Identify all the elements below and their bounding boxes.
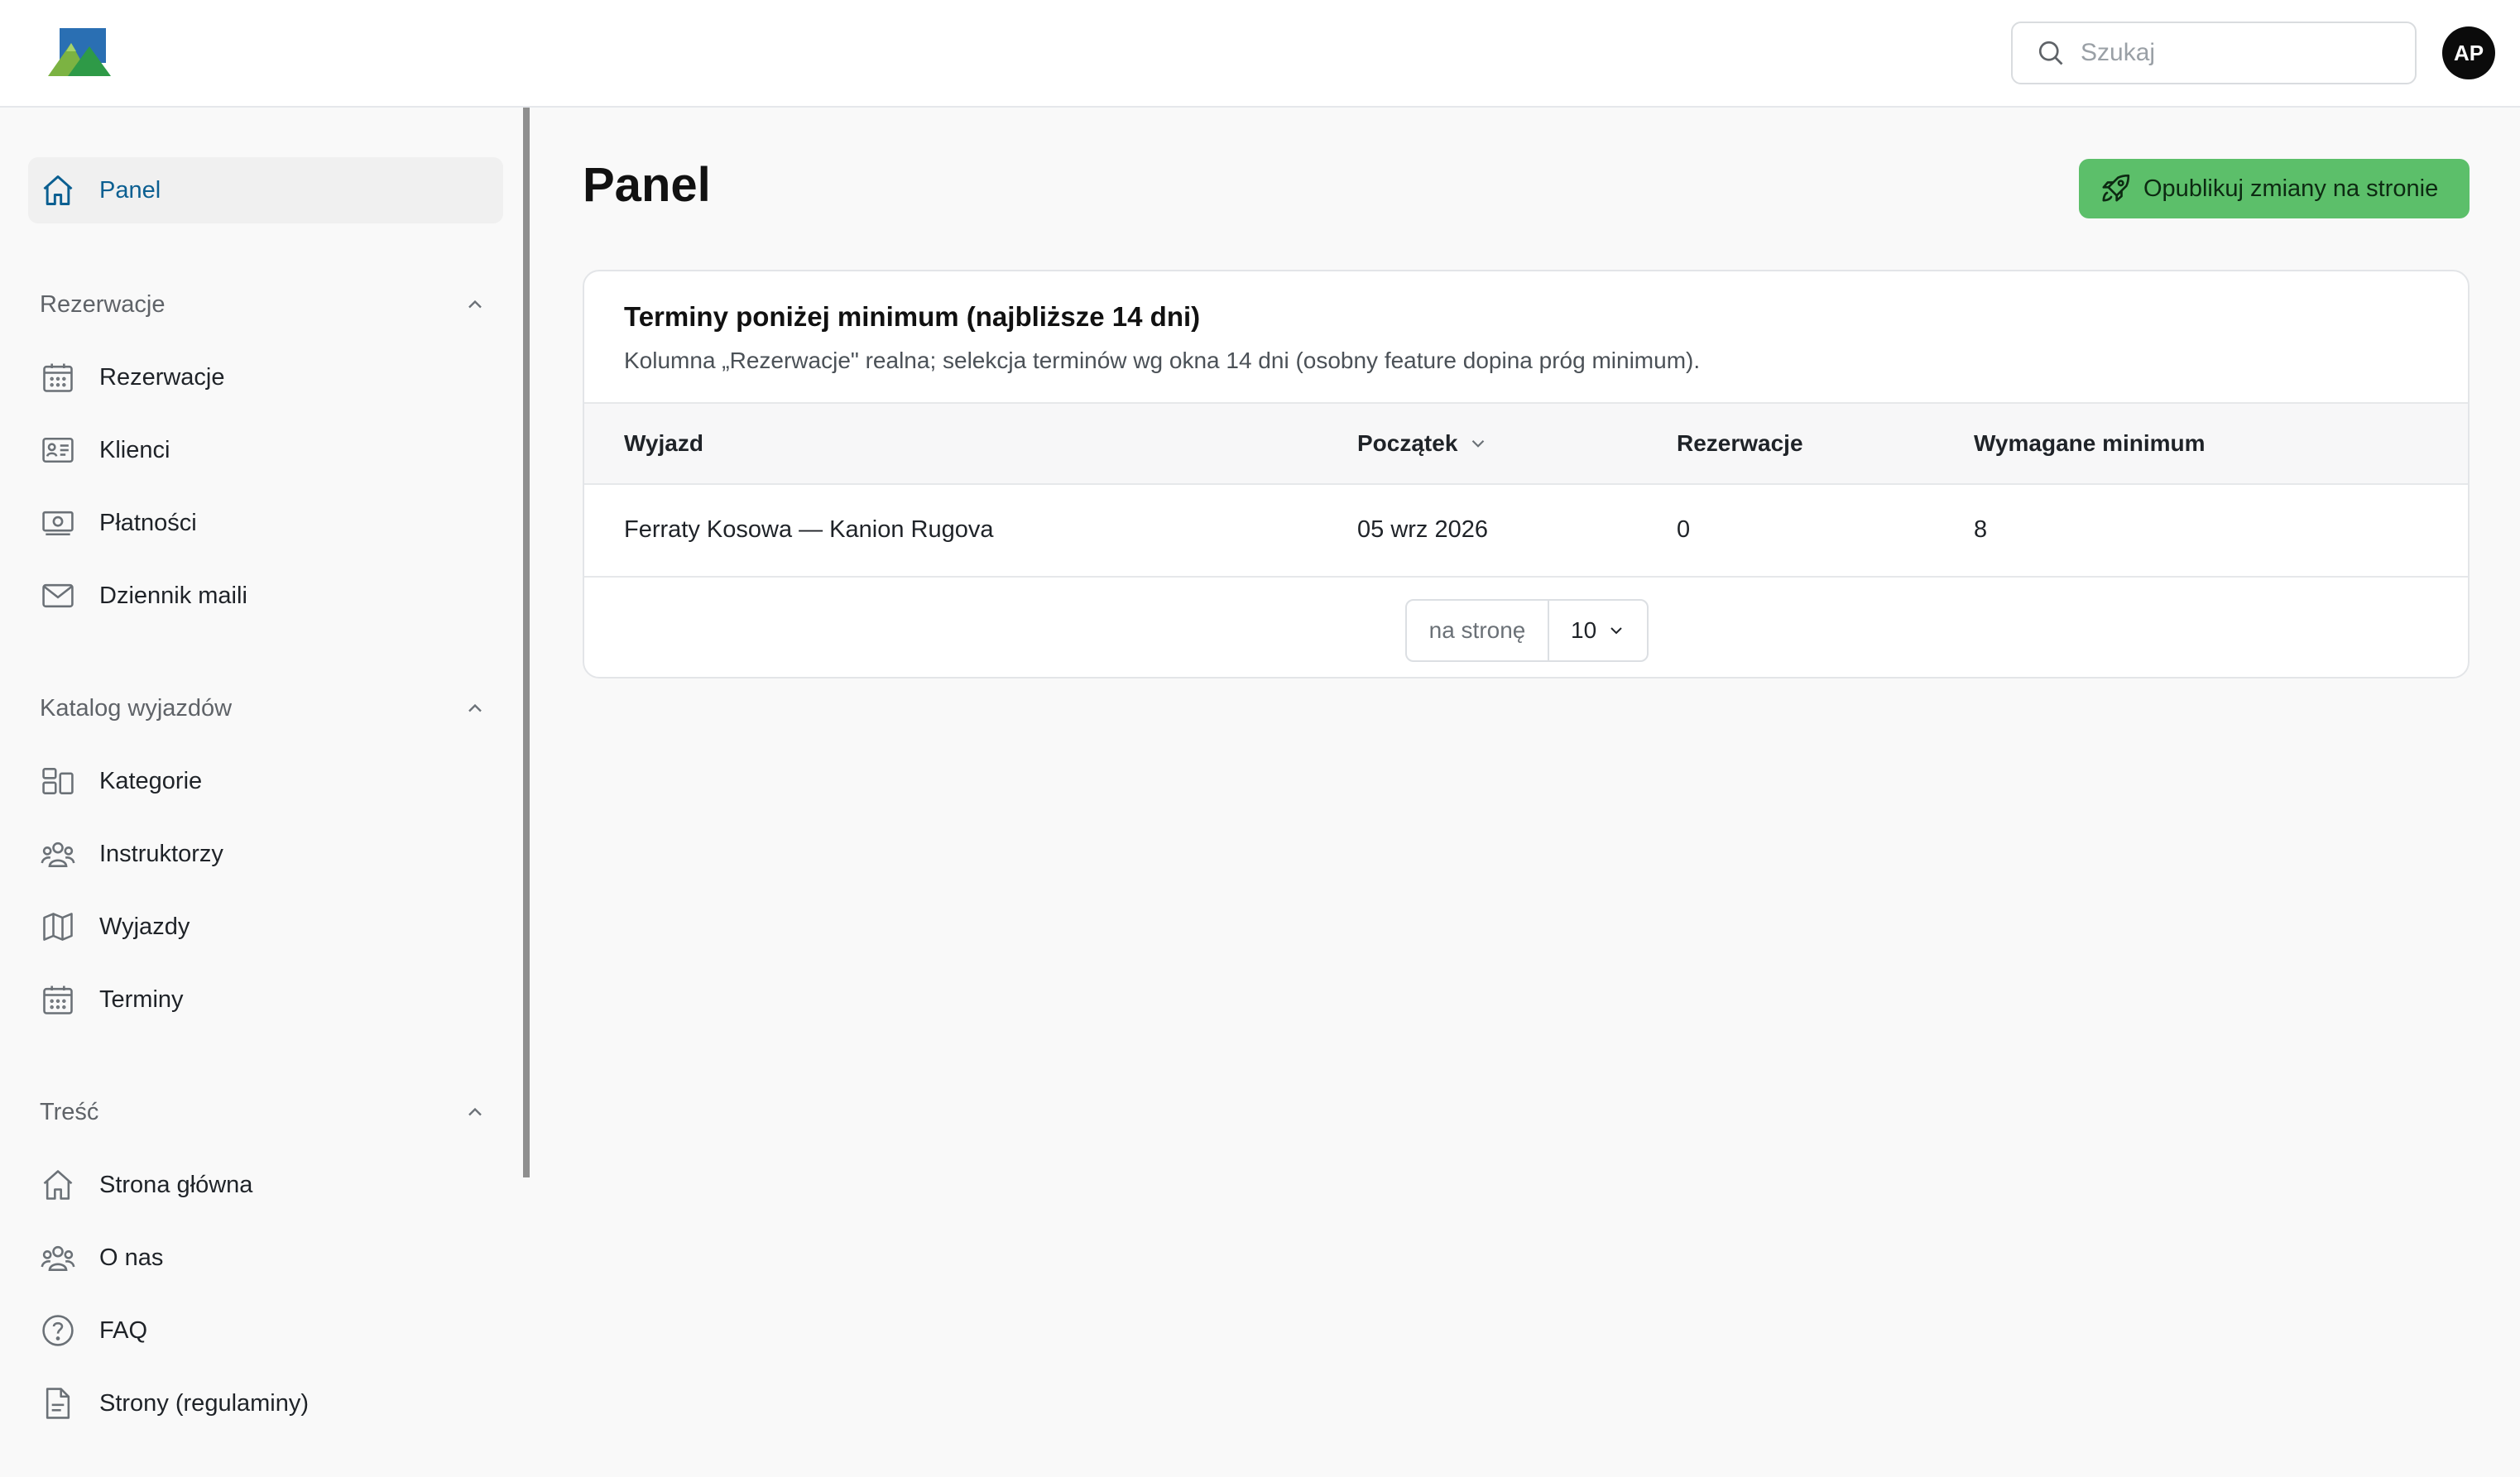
categories-icon [40,763,76,799]
rocket-icon [2102,174,2130,202]
id-card-icon [40,432,76,468]
sidebar-item-label: Klienci [99,436,170,463]
search-box[interactable] [2011,22,2417,84]
sidebar-item-dziennik-maili[interactable]: Dziennik maili [28,563,503,629]
home-icon [40,172,76,209]
sidebar-item-label: Wyjazdy [99,913,190,940]
sidebar-item-label: Terminy [99,985,184,1013]
column-header-poczatek[interactable]: Początek [1357,430,1489,457]
search-input[interactable] [2081,39,2395,67]
group-header-tresc[interactable]: Treść [28,1087,503,1137]
chevron-up-icon [468,1107,482,1116]
sidebar-item-rezerwacje[interactable]: Rezerwacje [28,344,503,410]
per-page-control: na stronę 10 [1405,599,1649,662]
card-description: Kolumna „Rezerwacje" realna; selekcja te… [624,348,1701,373]
cell-bookings: 0 [1677,516,1691,543]
chevron-down-icon [1472,439,1485,448]
group-label: Rezerwacje [40,290,166,318]
chevron-up-icon [468,300,482,309]
table-header: Wyjazd Początek Rezerwacje Wymagane mini… [584,402,2468,485]
map-icon [40,909,76,945]
chevron-up-icon [468,703,482,712]
home-icon [40,1167,76,1203]
sidebar: Panel Rezerwacje Rezerwacje Klienci Płat… [0,108,523,1477]
mountains-logo-icon[interactable] [46,25,113,81]
group-label: Katalog wyjazdów [40,694,233,722]
calendar-icon [40,359,76,396]
sidebar-item-wyjazdy[interactable]: Wyjazdy [28,894,503,960]
cell-start: 05 wrz 2026 [1357,516,1488,543]
users-icon [40,1240,76,1276]
sidebar-item-label: FAQ [99,1316,148,1344]
avatar[interactable]: AP [2442,26,2495,79]
document-icon [40,1385,76,1422]
below-minimum-card: Terminy poniżej minimum (najbliższe 14 d… [583,270,2470,679]
sidebar-item-kategorie[interactable]: Kategorie [28,748,503,814]
search-icon [2038,41,2063,65]
sidebar-item-label: Rezerwacje [99,363,225,391]
column-header-wyjazd[interactable]: Wyjazd [624,430,703,457]
sidebar-item-label: Płatności [99,509,197,536]
group-header-rezerwacje[interactable]: Rezerwacje [28,280,503,329]
sidebar-item-label: Instruktorzy [99,840,223,867]
sidebar-item-klienci[interactable]: Klienci [28,417,503,483]
group-header-katalog[interactable]: Katalog wyjazdów [28,683,503,733]
group-label: Treść [40,1098,99,1125]
sidebar-item-terminy[interactable]: Terminy [28,966,503,1033]
column-header-minimum[interactable]: Wymagane minimum [1974,430,2206,457]
question-icon [40,1312,76,1349]
users-icon [40,836,76,872]
page-title: Panel [583,158,711,212]
sidebar-item-faq[interactable]: FAQ [28,1297,503,1364]
top-bar: AP [0,0,2520,108]
per-page-select[interactable]: 10 [1549,601,1647,660]
per-page-label: na stronę [1407,601,1549,660]
per-page-value: 10 [1571,617,1597,643]
mail-icon [40,578,76,614]
column-header-rezerwacje[interactable]: Rezerwacje [1677,430,1803,457]
sidebar-item-label: Strony (regulaminy) [99,1389,310,1417]
cell-minimum: 8 [1974,516,1988,543]
sidebar-item-label: O nas [99,1244,164,1271]
sidebar-item-o-nas[interactable]: O nas [28,1225,503,1291]
sidebar-scrollbar[interactable] [523,108,530,1177]
sidebar-item-label: Strona główna [99,1171,253,1198]
cell-trip: Ferraty Kosowa — Kanion Rugova [624,516,994,543]
chevron-down-icon [1610,627,1622,635]
sidebar-item-strony[interactable]: Strony (regulaminy) [28,1370,503,1436]
publish-button-label: Opublikuj zmiany na stronie [2143,175,2439,202]
card-title: Terminy poniżej minimum (najbliższe 14 d… [624,301,1201,332]
sidebar-item-platnosci[interactable]: Płatności [28,490,503,556]
table-row[interactable]: Ferraty Kosowa — Kanion Rugova 05 wrz 20… [584,485,2468,578]
publish-changes-button[interactable]: Opublikuj zmiany na stronie [2079,159,2470,218]
sidebar-item-strona-glowna[interactable]: Strona główna [28,1152,503,1218]
sidebar-item-label: Dziennik maili [99,582,247,609]
calendar-icon [40,981,76,1018]
banknote-icon [40,505,76,541]
sidebar-item-label: Panel [99,176,161,204]
sidebar-item-instruktorzy[interactable]: Instruktorzy [28,821,503,887]
sidebar-item-panel[interactable]: Panel [28,157,503,223]
sidebar-item-label: Kategorie [99,767,203,794]
